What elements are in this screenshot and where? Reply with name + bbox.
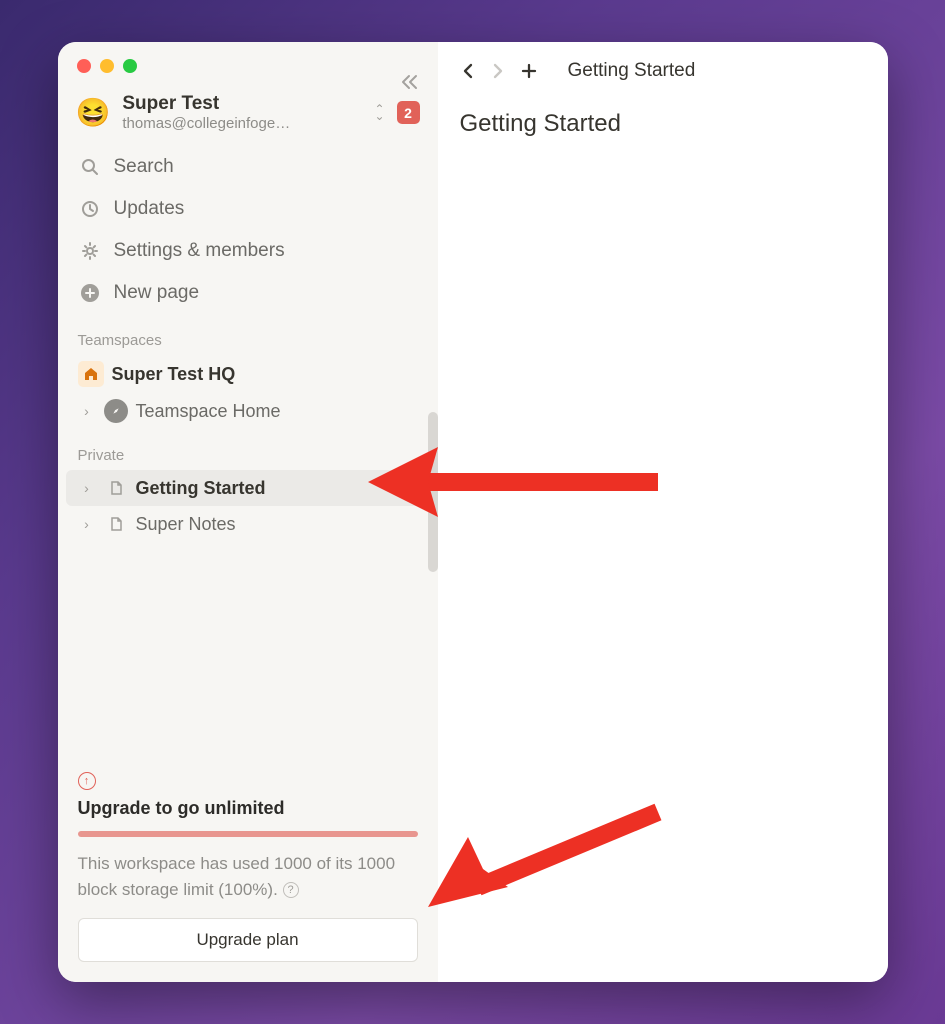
chevron-right-icon[interactable]: › — [78, 403, 96, 419]
gear-icon — [78, 239, 102, 263]
tree-label: Teamspace Home — [136, 401, 281, 422]
chevron-right-icon[interactable]: › — [78, 516, 96, 532]
updates-button[interactable]: Updates — [66, 188, 430, 230]
sidebar: 😆 Super Test thomas@collegeinfoge… ⌃⌄ 2 … — [58, 42, 438, 982]
close-window-button[interactable] — [77, 59, 91, 73]
tree-label: Super Test HQ — [112, 364, 236, 385]
search-label: Search — [114, 156, 174, 178]
help-icon[interactable]: ? — [283, 882, 299, 898]
new-tab-button[interactable] — [520, 62, 538, 80]
workspace-info: Super Test thomas@collegeinfoge… — [122, 93, 362, 132]
search-button[interactable]: Search — [66, 146, 430, 188]
upgrade-text: This workspace has used 1000 of its 1000… — [78, 851, 418, 902]
scrollbar-thumb[interactable] — [428, 412, 438, 572]
home-icon — [78, 361, 104, 387]
private-header[interactable]: Private — [58, 429, 438, 470]
search-icon — [78, 155, 102, 179]
notification-badge[interactable]: 2 — [397, 101, 420, 124]
workspace-emoji-icon: 😆 — [76, 96, 111, 129]
upgrade-title: Upgrade to go unlimited — [78, 798, 418, 819]
page-icon — [104, 476, 128, 500]
nav-back-button[interactable] — [460, 63, 476, 79]
sidebar-menu: Search Updates Settings & members New pa… — [58, 146, 438, 314]
workspace-name: Super Test — [122, 93, 362, 115]
teamspaces-header[interactable]: Teamspaces — [58, 314, 438, 355]
workspace-switcher[interactable]: 😆 Super Test thomas@collegeinfoge… ⌃⌄ 2 — [58, 83, 438, 146]
new-page-button[interactable]: New page — [66, 272, 430, 314]
sidebar-item-super-notes[interactable]: › Super Notes — [66, 506, 430, 542]
updates-label: Updates — [114, 198, 185, 220]
page-title[interactable]: Getting Started — [438, 100, 888, 148]
clock-icon — [78, 197, 102, 221]
new-page-label: New page — [114, 282, 200, 304]
app-window: 😆 Super Test thomas@collegeinfoge… ⌃⌄ 2 … — [58, 42, 888, 982]
sidebar-item-getting-started[interactable]: › Getting Started — [66, 470, 430, 506]
storage-progress-bar — [78, 831, 418, 837]
sidebar-item-super-test-hq[interactable]: Super Test HQ — [66, 355, 430, 393]
settings-button[interactable]: Settings & members — [66, 230, 430, 272]
topbar: Getting Started — [438, 42, 888, 100]
nav-forward-button[interactable] — [490, 63, 506, 79]
page-icon — [104, 512, 128, 536]
chevron-right-icon[interactable]: › — [78, 480, 96, 496]
sidebar-item-teamspace-home[interactable]: › Teamspace Home — [66, 393, 430, 429]
upgrade-panel: ↑ Upgrade to go unlimited This workspace… — [58, 756, 438, 982]
plus-circle-icon — [78, 281, 102, 305]
upgrade-arrow-icon: ↑ — [78, 772, 96, 790]
upgrade-plan-button[interactable]: Upgrade plan — [78, 918, 418, 962]
compass-icon — [104, 399, 128, 423]
maximize-window-button[interactable] — [123, 59, 137, 73]
tree-label: Getting Started — [136, 478, 266, 499]
minimize-window-button[interactable] — [100, 59, 114, 73]
main-content: Getting Started Getting Started — [438, 42, 888, 982]
breadcrumb[interactable]: Getting Started — [568, 60, 696, 82]
chevron-updown-icon: ⌃⌄ — [374, 106, 384, 120]
workspace-email: thomas@collegeinfoge… — [122, 115, 332, 132]
settings-label: Settings & members — [114, 240, 285, 262]
collapse-sidebar-icon[interactable] — [400, 72, 420, 98]
window-controls — [58, 42, 438, 83]
tree-label: Super Notes — [136, 514, 236, 535]
